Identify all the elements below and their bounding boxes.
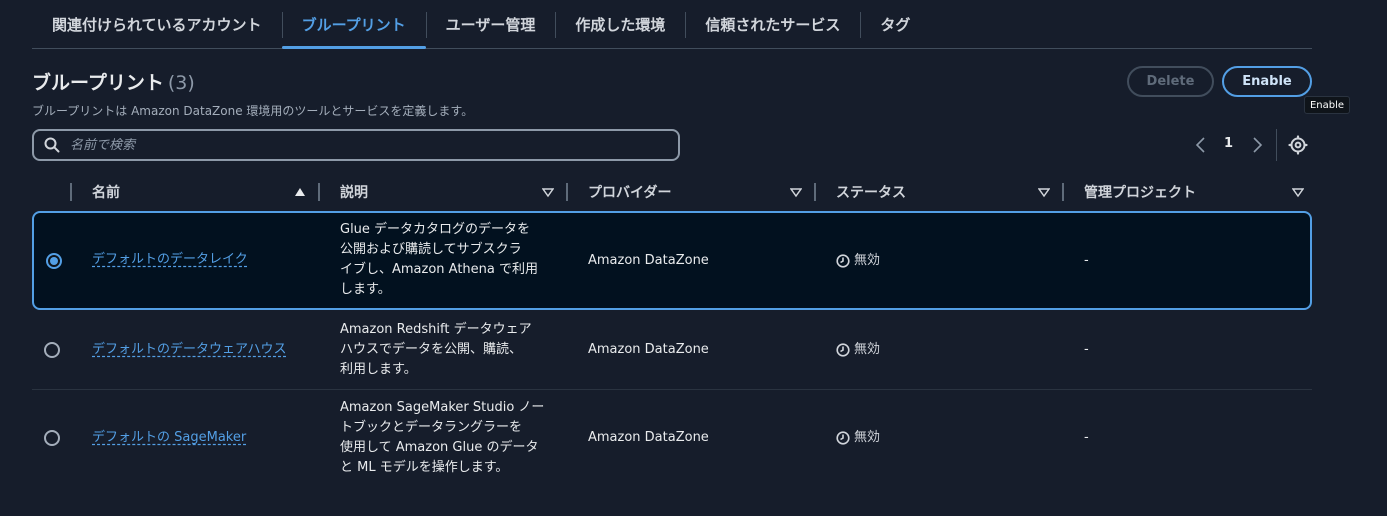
- status-cell: 無効: [836, 340, 880, 360]
- gear-icon[interactable]: [1288, 135, 1308, 155]
- status-cell: 無効: [836, 428, 880, 448]
- tab-bar: 関連付けられているアカウント ブループリント ユーザー管理 作成した環境 信頼さ…: [32, 0, 1312, 49]
- status-cell: 無効: [836, 251, 880, 271]
- table-row[interactable]: デフォルトの SageMaker Amazon SageMaker Studio…: [32, 390, 1312, 486]
- column-header-status[interactable]: ステータス: [836, 174, 906, 210]
- provider-cell: Amazon DataZone: [588, 342, 709, 357]
- description-line: イブし、Amazon Athena で利用: [340, 262, 539, 277]
- column-divider: [1062, 183, 1064, 201]
- blueprints-table: 名前 説明 プロバイダー ステータス 管理プロジェクト デフォルトのデータレイク…: [32, 174, 1312, 475]
- description-line: トブックとデータラングラーを: [340, 420, 523, 435]
- tab-user-management[interactable]: ユーザー管理: [425, 0, 556, 48]
- page-title: ブループリント (3): [32, 68, 195, 95]
- column-header-name[interactable]: 名前: [92, 174, 120, 210]
- sort-caret-icon[interactable]: [1292, 186, 1304, 198]
- tab-trusted-services[interactable]: 信頼されたサービス: [685, 0, 860, 48]
- enable-tooltip: Enable: [1304, 96, 1350, 114]
- sort-caret-icon[interactable]: [790, 186, 802, 198]
- column-divider: [814, 183, 816, 201]
- sort-caret-icon[interactable]: [542, 186, 554, 198]
- description-line: Glue データカタログのデータを: [340, 222, 531, 237]
- description-line: 使用して Amazon Glue のデータ: [340, 440, 539, 455]
- description-line: ハウスでデータを公開、購読、: [340, 342, 523, 357]
- tab-blueprints[interactable]: ブループリント: [281, 0, 426, 49]
- column-header-description[interactable]: 説明: [340, 174, 368, 210]
- description-line: Amazon Redshift データウェア: [340, 322, 532, 337]
- status-text: 無効: [854, 430, 881, 445]
- row-select-radio[interactable]: [46, 253, 62, 269]
- description-line: します。: [340, 282, 391, 297]
- blueprint-description: Amazon SageMaker Studio ノー トブックとデータラングラー…: [340, 398, 560, 478]
- search-box: [32, 129, 680, 161]
- status-text: 無効: [854, 342, 881, 357]
- clock-icon: [836, 431, 850, 445]
- sort-ascending-icon[interactable]: [294, 186, 306, 198]
- enable-button[interactable]: Enable: [1222, 66, 1312, 97]
- managing-project-cell: -: [1084, 253, 1089, 268]
- description-line: Amazon SageMaker Studio ノー: [340, 400, 545, 415]
- blueprint-description: Glue データカタログのデータを 公開および購読してサブスクラ イブし、Ama…: [340, 220, 560, 300]
- page-title-text: ブループリント: [32, 72, 164, 94]
- search-input[interactable]: [70, 137, 678, 153]
- column-header-provider[interactable]: プロバイダー: [588, 174, 671, 210]
- tab-associated-accounts[interactable]: 関連付けられているアカウント: [32, 0, 282, 48]
- tab-tags[interactable]: タグ: [860, 0, 930, 48]
- column-divider: [566, 183, 568, 201]
- sort-caret-icon[interactable]: [1038, 186, 1050, 198]
- provider-cell: Amazon DataZone: [588, 253, 709, 268]
- description-line: と ML モデルを操作します。: [340, 460, 509, 475]
- blueprint-count: (3): [167, 72, 195, 94]
- delete-button[interactable]: Delete: [1127, 66, 1214, 97]
- chevron-left-icon[interactable]: [1193, 136, 1209, 154]
- blueprint-name-link[interactable]: デフォルトの SageMaker: [92, 428, 246, 448]
- row-select-radio[interactable]: [44, 430, 60, 446]
- column-header-managing-project[interactable]: 管理プロジェクト: [1084, 174, 1196, 210]
- page-description: ブループリントは Amazon DataZone 環境用のツールとサービスを定義…: [32, 104, 474, 118]
- blueprint-name-link[interactable]: デフォルトのデータレイク: [92, 250, 248, 270]
- column-divider: [70, 183, 72, 201]
- blueprint-name-link[interactable]: デフォルトのデータウェアハウス: [92, 340, 286, 360]
- tab-created-environments[interactable]: 作成した環境: [555, 0, 685, 48]
- table-header: 名前 説明 プロバイダー ステータス 管理プロジェクト: [32, 174, 1312, 210]
- description-line: 公開および購読してサブスクラ: [340, 242, 522, 257]
- table-row[interactable]: デフォルトのデータウェアハウス Amazon Redshift データウェア ハ…: [32, 313, 1312, 390]
- status-text: 無効: [854, 253, 881, 268]
- blueprint-description: Amazon Redshift データウェア ハウスでデータを公開、購読、 利用…: [340, 320, 560, 380]
- managing-project-cell: -: [1084, 342, 1089, 357]
- search-icon: [44, 136, 62, 154]
- blueprints-page: 関連付けられているアカウント ブループリント ユーザー管理 作成した環境 信頼さ…: [0, 0, 1387, 516]
- column-divider: [318, 183, 320, 201]
- provider-cell: Amazon DataZone: [588, 430, 709, 445]
- description-line: 利用します。: [340, 362, 417, 377]
- managing-project-cell: -: [1084, 430, 1089, 445]
- row-select-radio[interactable]: [44, 342, 60, 358]
- clock-icon: [836, 343, 850, 357]
- clock-icon: [836, 254, 850, 268]
- current-page[interactable]: 1: [1224, 136, 1233, 151]
- table-row[interactable]: デフォルトのデータレイク Glue データカタログのデータを 公開および購読して…: [32, 211, 1312, 310]
- pager-divider: [1276, 129, 1277, 161]
- chevron-right-icon[interactable]: [1249, 136, 1265, 154]
